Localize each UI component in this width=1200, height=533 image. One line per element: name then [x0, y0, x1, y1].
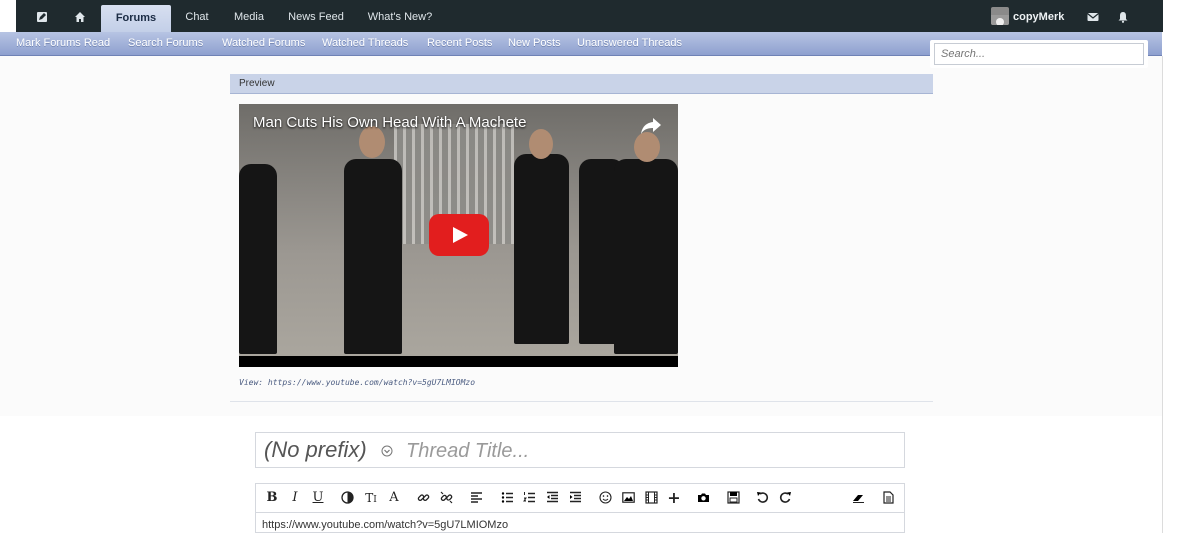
subnav-mark-forums-read[interactable]: Mark Forums Read — [16, 32, 110, 54]
camera-icon[interactable] — [693, 488, 713, 508]
subnav-new-posts[interactable]: New Posts — [508, 32, 561, 54]
numbered-list-icon[interactable] — [519, 488, 539, 508]
person — [239, 164, 277, 354]
avatar — [991, 7, 1009, 25]
video-embed[interactable]: Man Cuts His Own Head With A Machete — [239, 104, 678, 367]
redo-icon[interactable] — [775, 488, 795, 508]
person — [344, 159, 402, 354]
image-icon[interactable] — [618, 488, 638, 508]
source-icon[interactable] — [878, 488, 898, 508]
undo-icon[interactable] — [752, 488, 772, 508]
media-icon[interactable] — [641, 488, 661, 508]
view-link[interactable]: View: https://www.youtube.com/watch?v=5g… — [239, 378, 475, 387]
message-editor[interactable]: https://www.youtube.com/watch?v=5gU7LMIO… — [255, 513, 905, 533]
underline-icon[interactable]: U — [308, 488, 328, 508]
italic-icon[interactable]: I — [285, 488, 305, 508]
save-icon[interactable] — [723, 488, 743, 508]
link-icon[interactable] — [413, 488, 433, 508]
person — [614, 159, 678, 354]
nav-tab-chat[interactable]: Chat — [179, 0, 215, 32]
subnav-search-forums[interactable]: Search Forums — [128, 32, 203, 54]
prefix-select[interactable]: (No prefix) — [264, 437, 367, 463]
thread-title-input[interactable]: Thread Title... — [406, 440, 529, 463]
content-border — [1162, 56, 1163, 533]
share-icon[interactable] — [639, 116, 663, 136]
search-input[interactable] — [934, 43, 1144, 65]
person-head — [634, 132, 660, 162]
top-navigation: Forums Chat Media News Feed What's New? … — [16, 0, 1163, 32]
user-menu[interactable]: copyMerk — [991, 0, 1071, 32]
nav-tab-forums[interactable]: Forums — [101, 5, 171, 32]
person — [514, 154, 569, 344]
nav-tab-whats-new[interactable]: What's New? — [364, 0, 436, 32]
divider — [230, 401, 933, 402]
video-title[interactable]: Man Cuts His Own Head With A Machete — [253, 114, 526, 131]
color-icon[interactable] — [337, 488, 357, 508]
subnav-unanswered-threads[interactable]: Unanswered Threads — [577, 32, 682, 54]
nav-tab-news-feed[interactable]: News Feed — [283, 0, 349, 32]
home-icon[interactable] — [68, 0, 92, 32]
eraser-icon[interactable] — [848, 488, 868, 508]
align-left-icon[interactable] — [466, 488, 486, 508]
bullet-list-icon[interactable] — [497, 488, 517, 508]
preview-header: Preview — [230, 74, 933, 94]
smiley-icon[interactable] — [595, 488, 615, 508]
play-button[interactable] — [429, 214, 489, 256]
view-label: View: — [239, 378, 264, 387]
outdent-icon[interactable] — [542, 488, 562, 508]
thread-title-field[interactable]: (No prefix) Thread Title... — [255, 432, 905, 468]
chevron-down-icon[interactable] — [381, 445, 393, 457]
person-head — [529, 129, 553, 159]
editor-toolbar: B I U TI A + — [255, 483, 905, 513]
subnav-recent-posts[interactable]: Recent Posts — [427, 32, 492, 54]
unlink-icon[interactable] — [436, 488, 456, 508]
indent-icon[interactable] — [565, 488, 585, 508]
font-size-icon[interactable]: TI — [361, 488, 381, 508]
bold-icon[interactable]: B — [262, 488, 282, 508]
plus-icon[interactable]: + — [664, 488, 684, 508]
bell-icon[interactable] — [1113, 0, 1133, 32]
username: copyMerk — [1013, 11, 1065, 23]
view-url[interactable]: https://www.youtube.com/watch?v=5gU7LMIO… — [268, 378, 475, 387]
subnav-watched-threads[interactable]: Watched Threads — [322, 32, 408, 54]
font-icon[interactable]: A — [384, 488, 404, 508]
mail-icon[interactable] — [1083, 0, 1103, 32]
nav-tab-media[interactable]: Media — [229, 0, 269, 32]
edit-icon[interactable] — [30, 0, 54, 32]
subnav-watched-forums[interactable]: Watched Forums — [222, 32, 305, 54]
